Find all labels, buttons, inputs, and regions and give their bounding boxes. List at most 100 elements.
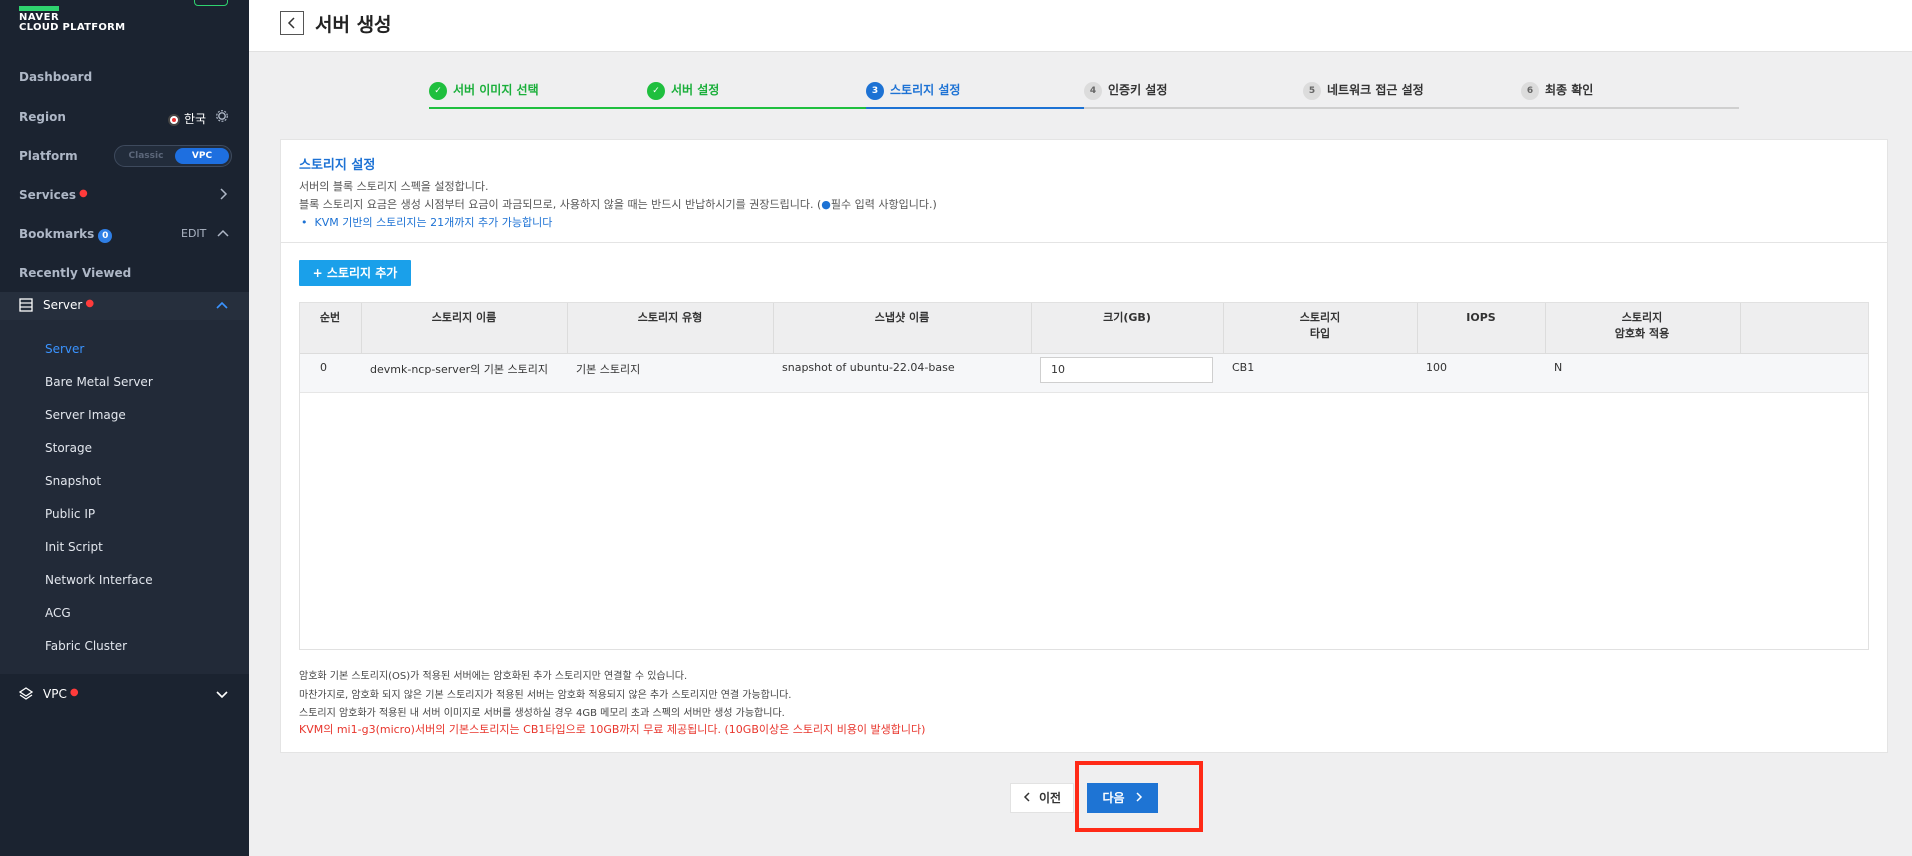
logo-text-line2: CLOUD PLATFORM	[19, 22, 126, 33]
platform-toggle[interactable]: Classic VPC	[114, 145, 232, 167]
cell-storage-name: devmk-ncp-server의 기본 스토리지	[370, 363, 548, 376]
storage-table	[299, 302, 1869, 650]
divider	[281, 242, 1887, 243]
previous-button[interactable]: 이전	[1010, 783, 1074, 813]
section-billing-note: 블록 스토리지 요금은 생성 시점부터 요금이 과금되므로, 사용하지 않을 때…	[299, 196, 937, 212]
column-header-storage-kind: 스토리지 타입	[1299, 311, 1341, 340]
billing-note-text: 블록 스토리지 요금은 생성 시점부터 요금이 과금되므로, 사용하지 않을 때…	[299, 198, 822, 211]
step-network-access: 5 네트워크 접근 설정	[1303, 81, 1424, 100]
bookmarks-count-badge: 0	[98, 229, 113, 243]
step-server-image: ✓ 서버 이미지 선택	[429, 81, 539, 100]
step-label: 인증키 설정	[1108, 83, 1168, 97]
server-group-label: Server ●	[43, 298, 94, 312]
step-label: 서버 이미지 선택	[453, 83, 539, 97]
sidebar-recently-viewed[interactable]: Recently Viewed	[19, 266, 131, 280]
sidebar: NAVER CLOUD PLATFORM Dashboard Region 한국…	[0, 0, 249, 856]
encryption-note-1: 암호화 기본 스토리지(OS)가 적용된 서버에는 암호화된 추가 스토리지만 …	[299, 671, 688, 682]
sidebar-item-bare-metal-server[interactable]: Bare Metal Server	[45, 375, 153, 389]
chevron-left-icon	[1023, 792, 1030, 802]
sidebar-item-fabric-cluster[interactable]: Fabric Cluster	[45, 639, 127, 653]
sidebar-item-snapshot[interactable]: Snapshot	[45, 474, 101, 488]
previous-label: 이전	[1038, 791, 1062, 805]
sidebar-item-acg[interactable]: ACG	[45, 606, 71, 620]
column-header-size: 크기(GB)	[1103, 311, 1151, 324]
korea-flag-icon	[168, 113, 180, 126]
step-label: 최종 확인	[1545, 83, 1594, 97]
region-selector[interactable]: 한국	[168, 110, 206, 127]
step-number: 3	[866, 81, 884, 100]
gear-icon[interactable]	[216, 110, 228, 122]
sidebar-server-group[interactable]	[0, 292, 249, 320]
new-dot-icon: ●	[79, 188, 88, 199]
page-header	[249, 0, 1912, 52]
server-icon	[19, 298, 33, 312]
add-storage-button[interactable]: + 스토리지 추가	[299, 260, 411, 286]
sidebar-item-server[interactable]: Server	[45, 342, 84, 356]
chevron-down-icon[interactable]	[216, 690, 228, 700]
bookmarks-edit-button[interactable]: EDIT	[181, 227, 206, 240]
bookmarks-label: Bookmarks	[19, 227, 95, 241]
encryption-note-3: 스토리지 암호화가 적용된 내 서버 이미지로 서버를 생성하실 경우 4GB …	[299, 708, 785, 719]
chevron-left-icon	[287, 17, 295, 29]
step-progress-remaining	[1084, 107, 1739, 109]
sidebar-item-public-ip[interactable]: Public IP	[45, 507, 95, 521]
step-label: 네트워크 접근 설정	[1327, 83, 1424, 97]
step-number: 4	[1084, 81, 1102, 100]
chevron-up-icon[interactable]	[217, 228, 229, 238]
server-group-text: Server	[43, 298, 83, 312]
encryption-note-2: 마찬가지로, 암호화 되지 않은 기본 스토리지가 적용된 서버는 암호화 적용…	[299, 690, 792, 701]
required-marker-icon: ●	[821, 198, 831, 211]
required-note-text: 필수 입력 사항입니다.)	[830, 198, 937, 211]
kvm-limit-text: KVM 기반의 스토리지는 21개까지 추가 가능합니다	[314, 216, 553, 229]
logo-mark-icon	[19, 0, 59, 11]
step-final-confirm: 6 최종 확인	[1521, 81, 1593, 100]
platform-label: Platform	[19, 149, 78, 163]
step-storage-settings: 3 스토리지 설정	[866, 81, 960, 100]
sidebar-item-network-interface[interactable]: Network Interface	[45, 573, 153, 587]
step-number: 5	[1303, 81, 1321, 100]
check-icon: ✓	[429, 81, 447, 100]
sidebar-item-init-script[interactable]: Init Script	[45, 540, 103, 554]
column-header-snapshot-name: 스냅샷 이름	[874, 311, 930, 324]
back-button[interactable]	[280, 11, 304, 35]
step-progress-done	[429, 107, 866, 109]
step-auth-key: 4 인증키 설정	[1084, 81, 1167, 100]
vpc-group-label: VPC	[43, 687, 67, 701]
sidebar-bookmarks[interactable]: Bookmarks 0	[19, 227, 113, 243]
cell-iops: 100	[1426, 361, 1447, 374]
column-header-encryption: 스토리지 암호화 적용	[1614, 311, 1670, 340]
step-progress-current	[866, 107, 1084, 109]
sidebar-dashboard[interactable]: Dashboard	[19, 70, 92, 84]
free-storage-warning: KVM의 mi1-g3(micro)서버의 기본스토리지는 CB1타입으로 10…	[299, 723, 926, 736]
column-header-storage-type: 스토리지 유형	[637, 311, 703, 324]
vpc-icon	[19, 687, 33, 700]
sidebar-vpc-group[interactable]: VPC ●	[43, 687, 79, 701]
check-icon: ✓	[647, 81, 665, 100]
cell-storage-type: 기본 스토리지	[576, 363, 641, 376]
section-title: 스토리지 설정	[299, 158, 376, 173]
cell-encryption: N	[1554, 361, 1563, 374]
platform-option-vpc[interactable]: VPC	[175, 148, 229, 164]
sidebar-item-server-image[interactable]: Server Image	[45, 408, 126, 422]
step-number: 6	[1521, 81, 1539, 100]
chevron-up-icon[interactable]	[216, 300, 228, 310]
kvm-limit-note: • KVM 기반의 스토리지는 21개까지 추가 가능합니다	[301, 216, 553, 229]
logo-pill-icon	[194, 0, 228, 6]
sidebar-item-storage[interactable]: Storage	[45, 441, 92, 455]
cell-snapshot-name: snapshot of ubuntu-22.04-base	[782, 361, 955, 374]
chevron-right-icon[interactable]	[218, 188, 228, 200]
column-header-storage-name: 스토리지 이름	[431, 311, 497, 324]
section-description: 서버의 블록 스토리지 스펙을 설정합니다.	[299, 180, 489, 193]
new-dot-icon: ●	[85, 298, 95, 309]
platform-option-classic[interactable]: Classic	[119, 148, 173, 164]
size-input[interactable]: 10	[1040, 357, 1213, 383]
highlight-box	[1075, 761, 1203, 832]
region-label: Region	[19, 110, 66, 124]
column-divider	[1740, 303, 1741, 353]
column-header-iops: IOPS	[1466, 311, 1496, 324]
column-header-index: 순번	[319, 311, 341, 324]
cell-storage-kind: CB1	[1232, 361, 1255, 374]
services-label: Services	[19, 188, 77, 202]
sidebar-services[interactable]: Services ●	[19, 188, 88, 202]
step-label: 서버 설정	[671, 83, 720, 97]
